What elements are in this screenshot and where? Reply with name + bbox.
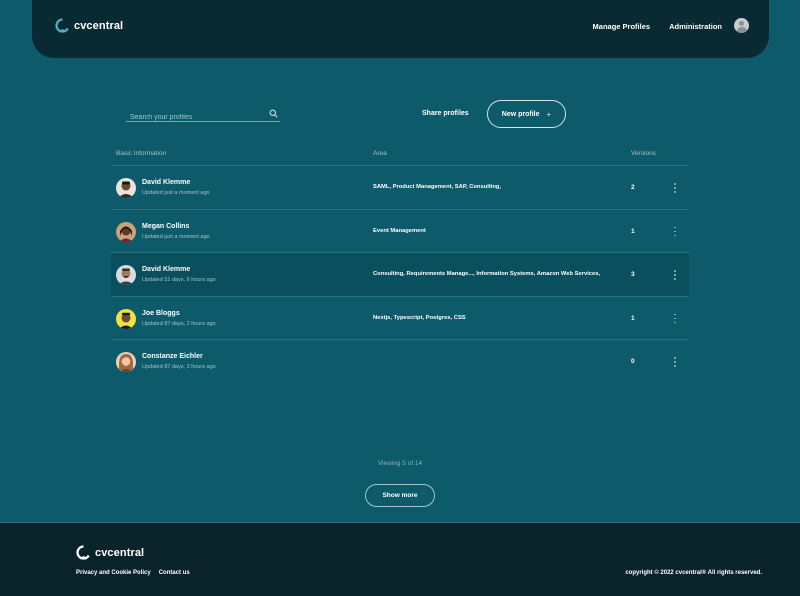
header-area: Area [373,150,387,157]
user-avatar-icon[interactable] [734,18,749,33]
brand-name: cvcentral [74,19,124,32]
profile-updated: Updated 87 days, 3 hours ago [142,364,216,370]
table-row[interactable]: Constanze Eichler Updated 87 days, 3 hou… [111,340,689,384]
top-header: cvcentral Manage Profiles Administration [32,0,769,58]
profile-area: Consulting, Requirements Manage..., Info… [373,271,601,277]
main-nav: Manage Profiles Administration [593,18,749,33]
table-header: Basic Information Area Versions [111,146,689,166]
more-options-icon[interactable] [672,313,678,325]
share-profiles-button[interactable]: Share profiles [422,110,469,117]
viewing-count: Viewing 5 of 14 [377,460,423,467]
search-icon[interactable] [269,109,278,118]
profile-updated: Updated just a moment ago [142,233,210,240]
cvcentral-logo-icon [76,545,90,560]
profile-versions: 0 [631,358,635,365]
profile-area: SAML, Product Management, SAP, Consultin… [373,184,502,190]
copyright-text: copyright © 2022 cvcentral® All rights r… [625,570,762,576]
avatar [116,352,136,372]
profile-versions: 2 [631,184,635,191]
profile-name: David Klemme [142,266,191,273]
table-row[interactable]: David Klemme Updated 51 days, 6 hours ag… [111,253,689,297]
profile-name: Joe Bloggs [142,309,180,317]
profile-name: Megan Collins [142,222,190,230]
new-profile-button[interactable]: New profile + [487,100,566,128]
cvcentral-logo-icon [55,18,69,33]
table-row[interactable]: Megan Collins Updated just a moment ago … [111,210,689,253]
search-input[interactable] [126,110,266,125]
header-versions: Versions [631,150,656,157]
more-options-icon[interactable] [672,269,678,281]
footer-links: Privacy and Cookie Policy Contact us [76,570,190,576]
nav-manage-profiles[interactable]: Manage Profiles [593,22,651,31]
more-options-icon[interactable] [672,182,678,194]
profile-versions: 3 [631,271,635,278]
table-row[interactable]: Joe Bloggs Updated 87 days, 2 hours ago … [111,297,689,340]
more-options-icon[interactable] [672,356,678,368]
profile-area: Event Management [373,227,426,234]
profile-versions: 1 [631,227,635,235]
privacy-policy-link[interactable]: Privacy and Cookie Policy [76,570,151,576]
footer: cvcentral Privacy and Cookie Policy Cont… [0,522,800,596]
search-bar [126,106,280,125]
avatar [116,221,136,242]
profile-updated: Updated 51 days, 6 hours ago [142,277,216,283]
header-basic-information: Basic Information [116,150,167,157]
avatar [116,265,136,285]
footer-brand-name: cvcentral [95,546,145,559]
profile-updated: Updated just a moment ago [142,190,210,196]
table-row[interactable]: David Klemme Updated just a moment ago S… [111,166,689,210]
profile-updated: Updated 87 days, 2 hours ago [142,320,216,327]
profile-name: David Klemme [142,179,191,186]
show-more-button[interactable]: Show more [365,484,435,507]
new-profile-label: New profile [501,110,540,118]
profiles-table: Basic Information Area Versions David Kl… [111,146,689,384]
nav-administration[interactable]: Administration [669,22,722,31]
footer-logo[interactable]: cvcentral [76,545,144,560]
brand-logo[interactable]: cvcentral [55,18,123,33]
profile-versions: 1 [631,314,635,322]
plus-icon: + [546,109,552,119]
avatar [116,178,136,198]
profile-area: Nextjs, Typescript, Postgres, CSS [373,314,466,321]
avatar [116,308,136,329]
profile-name: Constanze Eichler [142,353,203,360]
more-options-icon[interactable] [672,226,678,238]
contact-link[interactable]: Contact us [159,570,190,576]
